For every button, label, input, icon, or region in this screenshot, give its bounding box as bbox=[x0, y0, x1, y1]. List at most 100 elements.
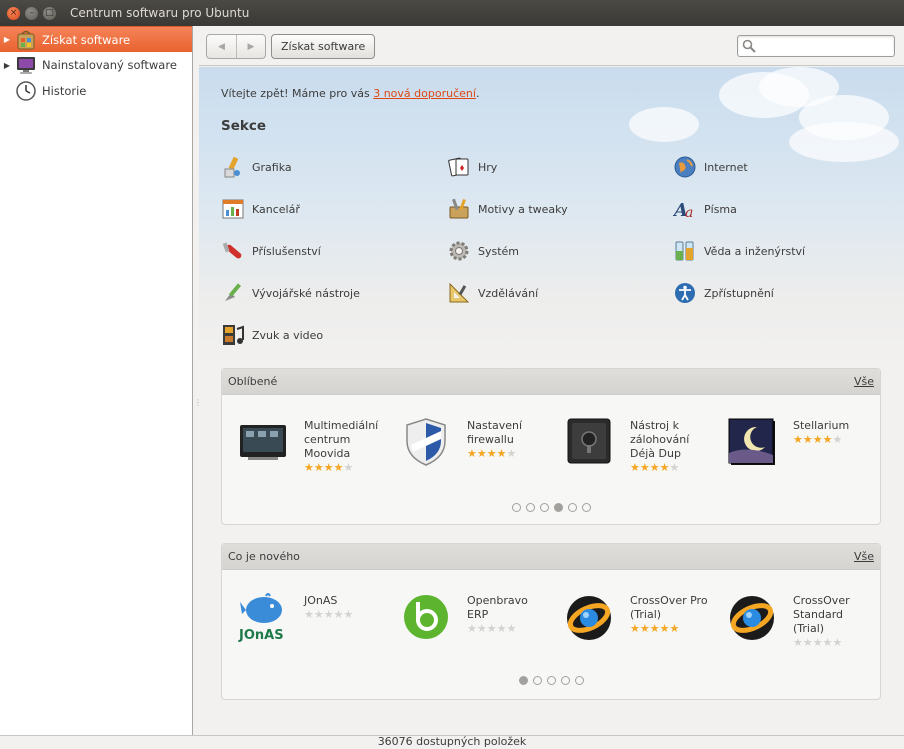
whats-new-page-dots bbox=[222, 676, 880, 685]
featured-app-stellarium[interactable]: Stellarium ★★★★★ bbox=[713, 417, 873, 477]
category-fonts[interactable]: Aa Písma bbox=[672, 196, 737, 222]
category-education[interactable]: Vzdělávání bbox=[447, 280, 538, 306]
accessories-icon bbox=[221, 239, 245, 263]
category-office[interactable]: Kancelář bbox=[221, 196, 300, 222]
minimize-window-button[interactable]: – bbox=[25, 6, 38, 20]
recommendations-link[interactable]: 3 nová doporučení bbox=[373, 87, 476, 100]
category-internet[interactable]: Internet bbox=[673, 154, 748, 180]
app-name-and-rating: Multimediální centrum Moovida ★★★★★ bbox=[304, 419, 386, 475]
category-label: Motivy a tweaky bbox=[478, 202, 568, 216]
expander-arrow-icon[interactable]: ▶ bbox=[2, 61, 12, 70]
category-themes-tweaks[interactable]: Motivy a tweaky bbox=[447, 196, 568, 222]
sidebar-item-history[interactable]: Historie bbox=[0, 78, 192, 104]
crossover-icon bbox=[564, 592, 614, 642]
featured-app-deja-dup[interactable]: Nástroj k zálohování Déjà Dup ★★★★★ bbox=[550, 417, 710, 477]
stellarium-icon bbox=[727, 417, 777, 467]
category-label: Věda a inženýrství bbox=[704, 244, 806, 258]
category-label: Příslušenství bbox=[252, 244, 321, 258]
search-icon bbox=[742, 39, 756, 53]
close-window-button[interactable]: × bbox=[7, 6, 20, 20]
page-dot-active[interactable] bbox=[518, 676, 528, 685]
new-app-crossover-pro[interactable]: CrossOver Pro (Trial) ★★★★★ bbox=[550, 592, 710, 652]
app-name: Openbravo ERP bbox=[467, 594, 528, 621]
graphics-icon bbox=[221, 155, 245, 179]
sidebar-item-installed-software[interactable]: ▶ Nainstalovaný software bbox=[0, 52, 192, 78]
category-science[interactable]: Věda a inženýrství bbox=[673, 238, 805, 264]
firewall-shield-icon bbox=[401, 417, 451, 467]
app-name-and-rating: Stellarium ★★★★★ bbox=[793, 419, 875, 447]
sidebar-item-get-software[interactable]: ▶ Získat software bbox=[0, 26, 192, 52]
safe-icon bbox=[564, 417, 614, 467]
welcome-end: . bbox=[475, 87, 480, 100]
page-dot[interactable] bbox=[532, 676, 542, 685]
app-name-and-rating: CrossOver Standard (Trial) ★★★★★ bbox=[793, 594, 875, 650]
new-app-openbravo[interactable]: Openbravo ERP ★★★★★ bbox=[387, 592, 547, 652]
app-rating-stars: ★★★★★ bbox=[630, 622, 680, 635]
app-rating-stars: ★★★★★ bbox=[304, 608, 354, 621]
category-sound-video[interactable]: Zvuk a video bbox=[221, 322, 323, 348]
app-name-and-rating: CrossOver Pro (Trial) ★★★★★ bbox=[630, 594, 712, 636]
category-developer-tools[interactable]: Vývojářské nástroje bbox=[221, 280, 360, 306]
games-icon bbox=[447, 155, 471, 179]
category-graphics[interactable]: Grafika bbox=[221, 154, 292, 180]
science-icon bbox=[673, 239, 697, 263]
moovida-icon bbox=[238, 417, 288, 467]
page-dot[interactable] bbox=[567, 503, 577, 512]
monitor-icon bbox=[15, 54, 37, 76]
page-dot[interactable] bbox=[574, 676, 584, 685]
openbravo-icon bbox=[401, 592, 451, 642]
svg-text:a: a bbox=[685, 205, 693, 221]
title-bar: × – □ Centrum softwaru pro Ubuntu bbox=[0, 0, 904, 26]
office-icon bbox=[221, 197, 245, 221]
expander-arrow-icon[interactable]: ▶ bbox=[2, 35, 12, 44]
category-label: Vývojářské nástroje bbox=[252, 286, 360, 300]
system-gear-icon bbox=[447, 239, 471, 263]
featured-panel: Oblíbené Vše Multimediální centrum Moovi… bbox=[221, 368, 881, 525]
whats-new-header: Co je nového Vše bbox=[222, 544, 880, 570]
sidebar-item-label: Historie bbox=[42, 84, 87, 98]
app-name: Nastavení firewallu bbox=[467, 419, 523, 446]
new-app-crossover-standard[interactable]: CrossOver Standard (Trial) ★★★★★ bbox=[713, 592, 873, 652]
category-label: Systém bbox=[478, 244, 520, 258]
featured-all-link[interactable]: Vše bbox=[854, 375, 874, 388]
status-bar: 36076 dostupných položek bbox=[0, 735, 904, 749]
app-rating-stars: ★★★★★ bbox=[467, 622, 517, 635]
app-name-and-rating: Openbravo ERP ★★★★★ bbox=[467, 594, 549, 636]
featured-title: Oblíbené bbox=[228, 375, 278, 388]
category-accessories[interactable]: Příslušenství bbox=[221, 238, 321, 264]
category-accessibility[interactable]: Zpřístupnění bbox=[673, 280, 774, 306]
whats-new-all-link[interactable]: Vše bbox=[854, 550, 874, 563]
page-dot[interactable] bbox=[581, 503, 591, 512]
sidebar: ▶ Získat software ▶ Nainstalovaný softwa… bbox=[0, 26, 193, 735]
sound-video-icon bbox=[221, 323, 245, 347]
back-button[interactable]: ◀ bbox=[207, 35, 236, 58]
navigation-buttons: ◀ ▶ bbox=[206, 34, 266, 59]
featured-app-moovida[interactable]: Multimediální centrum Moovida ★★★★★ bbox=[224, 417, 384, 477]
category-label: Vzdělávání bbox=[478, 286, 539, 300]
app-name: Nástroj k zálohování Déjà Dup bbox=[630, 419, 690, 460]
page-dot[interactable] bbox=[539, 503, 549, 512]
page-dot-active[interactable] bbox=[553, 503, 563, 512]
app-name: CrossOver Standard (Trial) bbox=[793, 594, 850, 635]
page-dot[interactable] bbox=[560, 676, 570, 685]
software-center-icon bbox=[15, 29, 37, 51]
featured-app-firewall[interactable]: Nastavení firewallu ★★★★★ bbox=[387, 417, 547, 477]
welcome-text: Vítejte zpět! Máme pro vás bbox=[221, 87, 374, 100]
app-name: JOnAS bbox=[304, 594, 338, 607]
page-dot[interactable] bbox=[511, 503, 521, 512]
sections-title: Sekce bbox=[221, 118, 267, 134]
forward-button[interactable]: ▶ bbox=[236, 35, 265, 58]
search-input[interactable] bbox=[737, 35, 895, 57]
breadcrumb-get-software[interactable]: Získat software bbox=[271, 34, 376, 59]
new-app-jonas[interactable]: JOnAS JOnAS ★★★★★ bbox=[224, 592, 384, 652]
category-games[interactable]: Hry bbox=[447, 154, 497, 180]
page-dot[interactable] bbox=[546, 676, 556, 685]
crossover-standard-icon bbox=[727, 592, 777, 642]
category-system[interactable]: Systém bbox=[447, 238, 519, 264]
page-dot[interactable] bbox=[525, 503, 535, 512]
category-label: Internet bbox=[704, 160, 748, 174]
app-name-and-rating: JOnAS ★★★★★ bbox=[304, 594, 386, 622]
maximize-window-button[interactable]: □ bbox=[43, 6, 56, 20]
whats-new-title: Co je nového bbox=[228, 550, 300, 563]
window-title: Centrum softwaru pro Ubuntu bbox=[70, 6, 250, 20]
